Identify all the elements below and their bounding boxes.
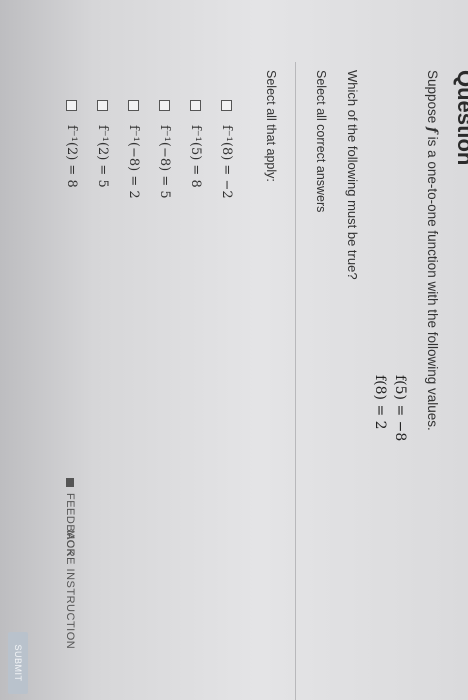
checkbox[interactable] — [190, 100, 201, 111]
answer-option[interactable]: f⁻¹(2) = 5 — [87, 100, 118, 199]
intro-text-end: is a one-to-one function with the follow… — [425, 132, 440, 431]
submit-button[interactable]: SUBMIT — [8, 632, 28, 694]
checkbox[interactable] — [221, 100, 232, 111]
answer-option[interactable]: f⁻¹(2) = 8 — [56, 100, 87, 199]
option-label: f⁻¹(2) = 8 — [64, 125, 79, 188]
divider — [295, 62, 296, 700]
answer-option[interactable]: f⁻¹(8) = −2 — [211, 100, 242, 199]
more-instruction-link[interactable]: MORE INSTRUCTION — [64, 530, 76, 649]
value-row: f(8) = 2 — [372, 375, 388, 430]
feedback-icon — [66, 478, 74, 487]
checkbox[interactable] — [128, 100, 139, 111]
answer-option[interactable]: f⁻¹(−8) = 5 — [149, 100, 180, 199]
option-label: f⁻¹(−8) = 5 — [157, 125, 172, 199]
answer-options: f⁻¹(8) = −2 f⁻¹(5) = 8 f⁻¹(−8) = 5 f⁻¹(−… — [56, 100, 242, 199]
option-label: f⁻¹(5) = 8 — [188, 125, 203, 188]
checkbox[interactable] — [97, 100, 108, 111]
function-values: f(5) = −8 f(8) = 2 — [370, 375, 410, 441]
question-title: Question — [453, 70, 468, 166]
question-prompt: Which of the following must be true? — [345, 70, 360, 280]
answer-option[interactable]: f⁻¹(−8) = 2 — [118, 100, 149, 199]
answer-hint: Select all correct answers — [314, 70, 328, 213]
option-label: f⁻¹(8) = −2 — [219, 125, 234, 199]
question-intro: Suppose f is a one-to-one function with … — [424, 70, 440, 431]
option-label: f⁻¹(−8) = 2 — [126, 125, 141, 199]
checkbox[interactable] — [66, 100, 77, 111]
value-row: f(5) = −8 — [392, 375, 408, 442]
screen: Question Suppose f is a one-to-one funct… — [0, 0, 468, 700]
question-page: Question Suppose f is a one-to-one funct… — [0, 0, 468, 700]
intro-text-start: Suppose — [425, 70, 440, 128]
answer-option[interactable]: f⁻¹(5) = 8 — [180, 100, 211, 199]
select-instruction: Select all that apply: — [264, 70, 278, 182]
checkbox[interactable] — [159, 100, 170, 111]
option-label: f⁻¹(2) = 5 — [95, 125, 110, 188]
